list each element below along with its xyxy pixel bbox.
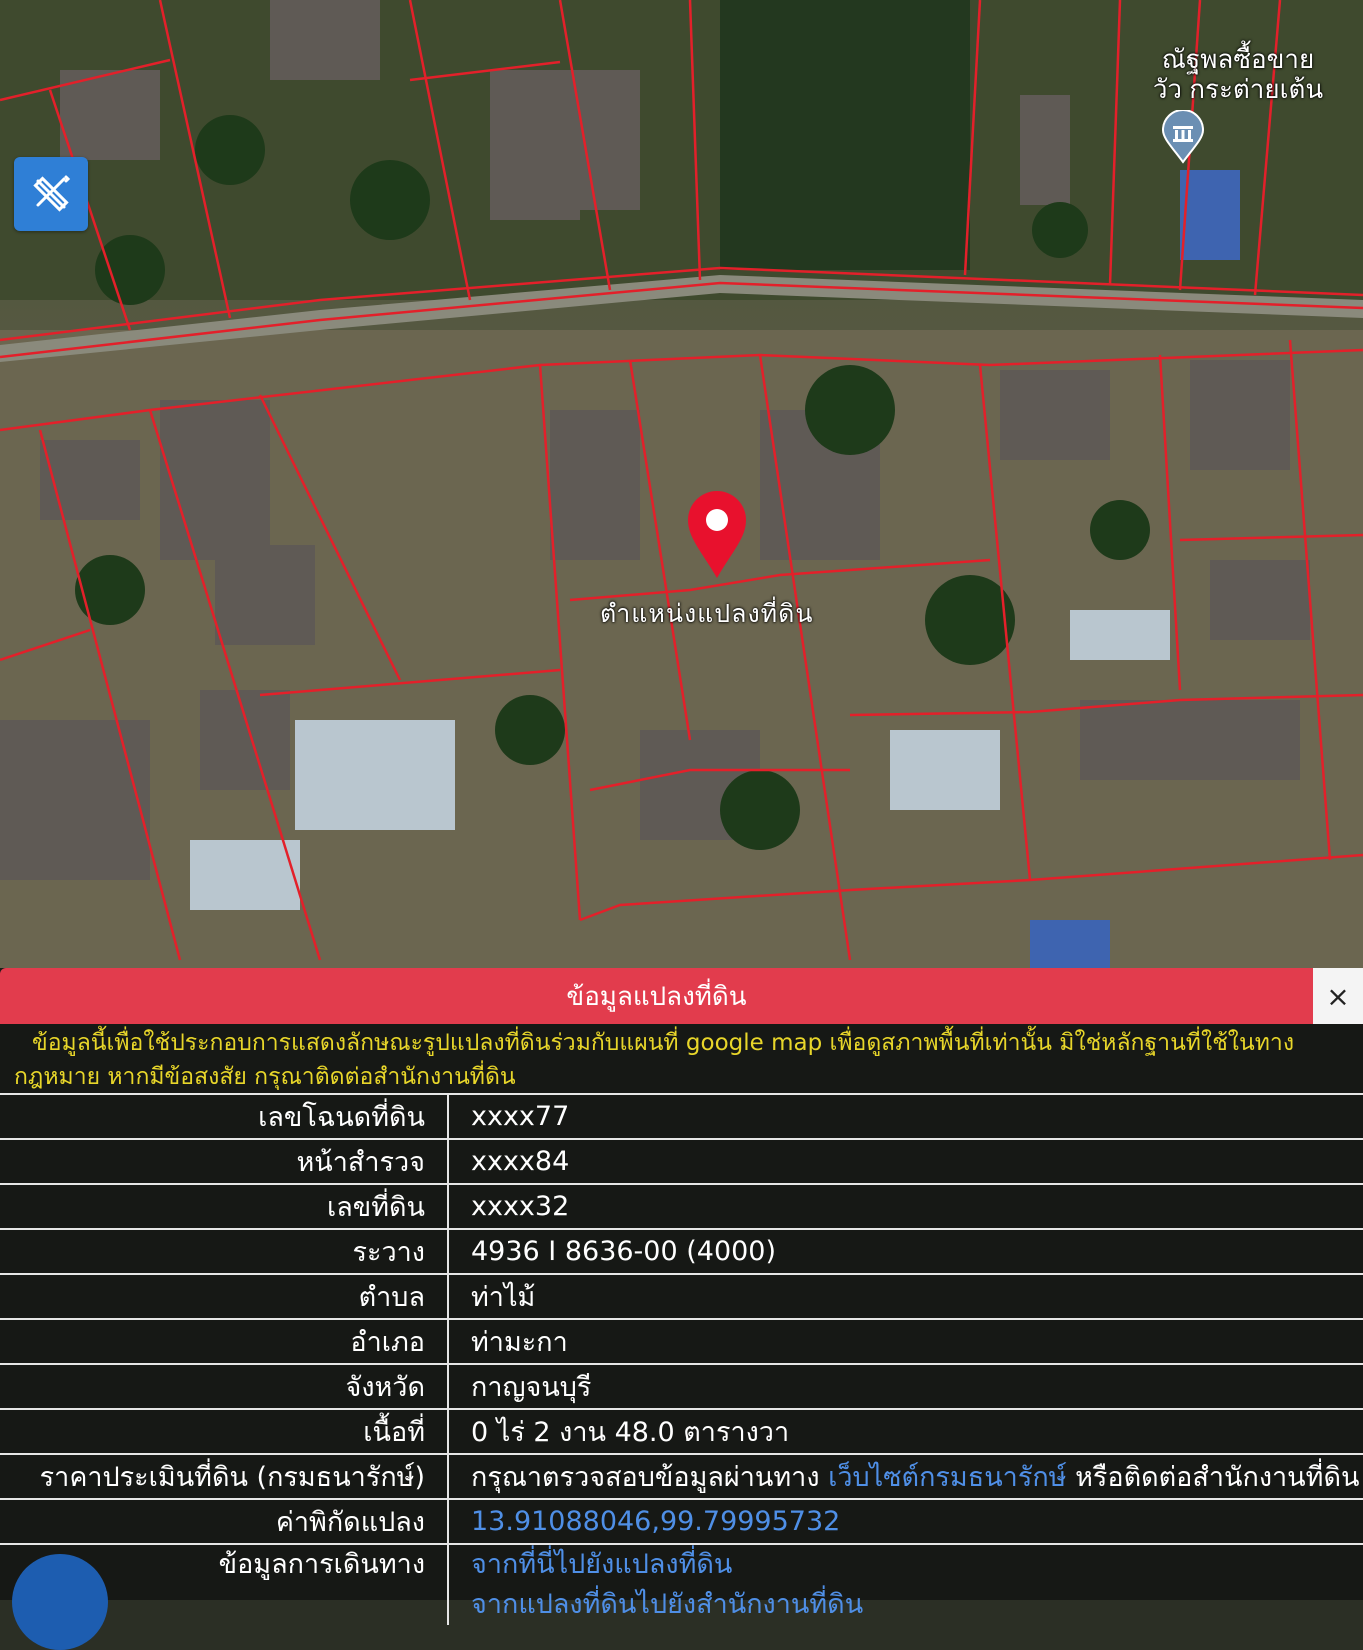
row-label: เลขที่ดิน (0, 1183, 449, 1229)
table-row: ระวาง 4936 I 8636-00 (4000) (0, 1228, 1363, 1274)
row-label: ตำบล (0, 1273, 449, 1319)
row-value: กาญจนบุรี (448, 1363, 1363, 1409)
table-row: ข้อมูลการเดินทาง จากที่นี่ไปยังแปลงที่ดิ… (0, 1543, 1363, 1625)
measure-tool-button[interactable] (14, 157, 88, 231)
row-value: xxxx84 (448, 1138, 1363, 1184)
row-label: ระวาง (0, 1228, 449, 1274)
coords-link[interactable]: 13.91088046,99.79995732 (471, 1506, 840, 1537)
bank-poi-icon[interactable] (1161, 110, 1205, 164)
directions-to-office-link[interactable]: จากแปลงที่ดินไปยังสำนักงานที่ดิน (471, 1589, 863, 1620)
appraisal-suffix: หรือติดต่อสำนักงานที่ดิน (1075, 1462, 1360, 1493)
close-button[interactable]: × (1313, 968, 1363, 1024)
table-row: เนื้อที่ 0 ไร่ 2 งาน 48.0 ตารางวา (0, 1408, 1363, 1454)
parcel-info-panel: ข้อมูลแปลงที่ดิน × ข้อมูลนี้เพื่อใช้ประก… (0, 968, 1363, 1625)
row-label: อำเภอ (0, 1318, 449, 1364)
row-value: xxxx32 (448, 1183, 1363, 1229)
map-poi-label: ณัฐพลซื้อขาย วัว กระต่ายเต้น (1152, 44, 1324, 104)
location-pin-icon[interactable] (686, 490, 748, 580)
appraisal-label: ราคาประเมินที่ดิน (กรมธนารักษ์) (0, 1453, 449, 1499)
table-row: ค่าพิกัดแปลง 13.91088046,99.79995732 (0, 1498, 1363, 1544)
table-row: ตำบล ท่าไม้ (0, 1273, 1363, 1319)
coords-label: ค่าพิกัดแปลง (0, 1498, 449, 1544)
row-value: ท่าไม้ (448, 1273, 1363, 1319)
table-row: อำเภอ ท่ามะกา (0, 1318, 1363, 1364)
floating-action-button[interactable] (12, 1554, 108, 1650)
row-label: เนื้อที่ (0, 1408, 449, 1454)
treasury-website-link[interactable]: เว็บไซต์กรมธนารักษ์ (828, 1462, 1066, 1493)
table-row: จังหวัด กาญจนบุรี (0, 1363, 1363, 1409)
table-row: หน้าสำรวจ xxxx84 (0, 1138, 1363, 1184)
table-row: เลขโฉนดที่ดิน xxxx77 (0, 1093, 1363, 1139)
panel-title: ข้อมูลแปลงที่ดิน (0, 968, 1313, 1024)
table-row: ราคาประเมินที่ดิน (กรมธนารักษ์) กรุณาตรว… (0, 1453, 1363, 1499)
appraisal-prefix: กรุณาตรวจสอบข้อมูลผ่านทาง (471, 1462, 820, 1493)
row-value: 0 ไร่ 2 งาน 48.0 ตารางวา (448, 1408, 1363, 1454)
table-row: เลขที่ดิน xxxx32 (0, 1183, 1363, 1229)
directions-to-parcel-link[interactable]: จากที่นี่ไปยังแปลงที่ดิน (471, 1549, 732, 1580)
row-value: xxxx77 (448, 1093, 1363, 1139)
row-label: เลขโฉนดที่ดิน (0, 1093, 449, 1139)
ruler-pencil-icon (33, 175, 71, 212)
disclaimer-text: ข้อมูลนี้เพื่อใช้ประกอบการแสดงลักษณะรูปแ… (14, 1030, 1295, 1090)
row-value: ท่ามะกา (448, 1318, 1363, 1364)
parcel-location-label: ตำแหน่งแปลงที่ดิน (600, 600, 814, 628)
row-label: จังหวัด (0, 1363, 449, 1409)
parcel-info-table: เลขโฉนดที่ดิน xxxx77 หน้าสำรวจ xxxx84 เล… (0, 1093, 1363, 1625)
row-value: 4936 I 8636-00 (4000) (448, 1228, 1363, 1274)
appraisal-value: กรุณาตรวจสอบข้อมูลผ่านทาง เว็บไซต์กรมธนา… (448, 1453, 1363, 1499)
row-label: หน้าสำรวจ (0, 1138, 449, 1184)
